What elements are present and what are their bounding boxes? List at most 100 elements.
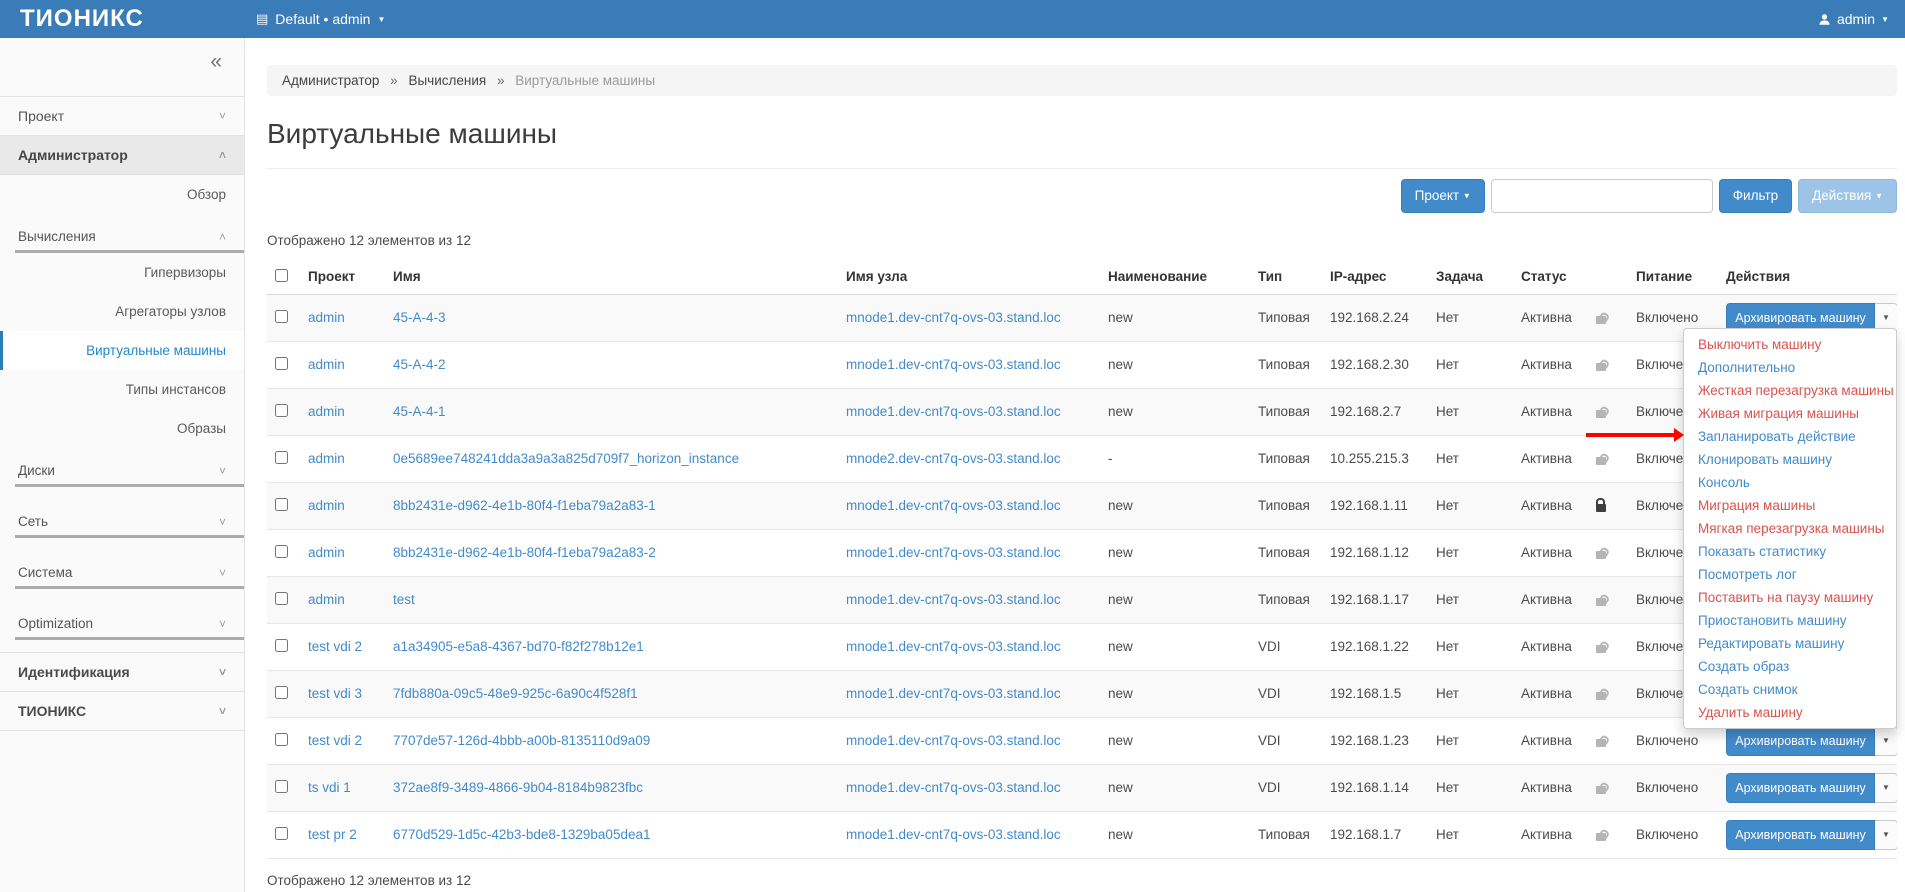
sidebar-section-admin[interactable]: Администратор˄ <box>0 135 244 175</box>
project-link[interactable]: test vdi 2 <box>308 639 362 654</box>
row-select-checkbox[interactable] <box>275 357 288 370</box>
user-menu[interactable]: admin ▼ <box>1818 11 1905 27</box>
host-link[interactable]: mnode1.dev-cnt7q-ovs-03.stand.loc <box>846 545 1061 560</box>
vm-name-link[interactable]: test <box>393 592 415 607</box>
menu-item-advanced[interactable]: Дополнительно <box>1684 356 1896 379</box>
archive-vm-button[interactable]: Архивировать машину <box>1726 773 1875 803</box>
filter-button[interactable]: Фильтр <box>1719 179 1792 213</box>
search-input[interactable] <box>1491 179 1713 213</box>
row-select-checkbox[interactable] <box>275 545 288 558</box>
breadcrumb-admin[interactable]: Администратор <box>282 73 379 88</box>
vm-name-link[interactable]: 0e5689ee748241dda3a9a3a825d709f7_horizon… <box>393 451 739 466</box>
menu-item-suspend[interactable]: Приостановить машину <box>1684 609 1896 632</box>
project-link[interactable]: admin <box>308 545 345 560</box>
sidebar-section-compute[interactable]: Вычисления˄ <box>0 214 244 253</box>
row-select-checkbox[interactable] <box>275 404 288 417</box>
sidebar-item-images[interactable]: Образы <box>0 409 244 448</box>
project-link[interactable]: ts vdi 1 <box>308 780 351 795</box>
sidebar-section-network[interactable]: Сеть˅ <box>0 499 244 538</box>
sidebar-item-hypervisors[interactable]: Гипервизоры <box>0 253 244 292</box>
host-link[interactable]: mnode1.dev-cnt7q-ovs-03.stand.loc <box>846 498 1061 513</box>
menu-item-soft-reboot[interactable]: Мягкая перезагрузка машины <box>1684 517 1896 540</box>
vm-name-link[interactable]: 45-A-4-3 <box>393 310 446 325</box>
host-link[interactable]: mnode1.dev-cnt7q-ovs-03.stand.loc <box>846 780 1061 795</box>
sidebar-section-volumes[interactable]: Диски˅ <box>0 448 244 487</box>
vm-name-link[interactable]: 45-A-4-1 <box>393 404 446 419</box>
project-link[interactable]: admin <box>308 592 345 607</box>
sidebar-collapse-button[interactable]: « <box>0 38 244 82</box>
row-select-checkbox[interactable] <box>275 639 288 652</box>
vm-name-link[interactable]: 6770d529-1d5c-42b3-bde8-1329ba05dea1 <box>393 827 650 842</box>
menu-item-clone[interactable]: Клонировать машину <box>1684 448 1896 471</box>
menu-item-view-log[interactable]: Посмотреть лог <box>1684 563 1896 586</box>
row-select-checkbox[interactable] <box>275 686 288 699</box>
host-link[interactable]: mnode1.dev-cnt7q-ovs-03.stand.loc <box>846 686 1061 701</box>
menu-item-live-migrate[interactable]: Живая миграция машины <box>1684 402 1896 425</box>
row-select-checkbox[interactable] <box>275 310 288 323</box>
vm-name-link[interactable]: 372ae8f9-3489-4866-9b04-8184b9823fbc <box>393 780 643 795</box>
project-link[interactable]: test vdi 2 <box>308 733 362 748</box>
menu-item-statistics[interactable]: Показать статистику <box>1684 540 1896 563</box>
sidebar-section-tionix[interactable]: ТИОНИКС˅ <box>0 691 244 731</box>
domain-project-switcher[interactable]: ▤ Default • admin ▼ <box>245 11 1818 27</box>
menu-item-console[interactable]: Консоль <box>1684 471 1896 494</box>
host-link[interactable]: mnode1.dev-cnt7q-ovs-03.stand.loc <box>846 639 1061 654</box>
menu-item-delete[interactable]: Удалить машину <box>1684 701 1896 724</box>
project-link[interactable]: test vdi 3 <box>308 686 362 701</box>
vm-name-link[interactable]: a1a34905-e5a8-4367-bd70-f82f278b12e1 <box>393 639 644 654</box>
row-select-checkbox[interactable] <box>275 592 288 605</box>
menu-item-power-off[interactable]: Выключить машину <box>1684 333 1896 356</box>
sidebar-section-project[interactable]: Проект˅ <box>0 96 244 135</box>
project-filter-button[interactable]: Проект ▼ <box>1401 179 1485 213</box>
project-link[interactable]: admin <box>308 357 345 372</box>
host-link[interactable]: mnode1.dev-cnt7q-ovs-03.stand.loc <box>846 357 1061 372</box>
row-actions-toggle[interactable]: ▼ <box>1875 820 1897 850</box>
row-actions-toggle[interactable]: ▼ <box>1875 726 1897 756</box>
menu-item-migrate[interactable]: Миграция машины <box>1684 494 1896 517</box>
host-link[interactable]: mnode2.dev-cnt7q-ovs-03.stand.loc <box>846 451 1061 466</box>
host-link[interactable]: mnode1.dev-cnt7q-ovs-03.stand.loc <box>846 733 1061 748</box>
cell-type: Типовая <box>1250 388 1322 435</box>
host-link[interactable]: mnode1.dev-cnt7q-ovs-03.stand.loc <box>846 310 1061 325</box>
cell-status: Активна <box>1513 764 1588 811</box>
menu-item-hard-reboot[interactable]: Жесткая перезагрузка машины <box>1684 379 1896 402</box>
row-select-checkbox[interactable] <box>275 733 288 746</box>
host-link[interactable]: mnode1.dev-cnt7q-ovs-03.stand.loc <box>846 592 1061 607</box>
vm-name-link[interactable]: 7fdb880a-09c5-48e9-925c-6a90c4f528f1 <box>393 686 638 701</box>
host-link[interactable]: mnode1.dev-cnt7q-ovs-03.stand.loc <box>846 827 1061 842</box>
sidebar-section-system[interactable]: Система˅ <box>0 550 244 589</box>
sidebar-item-flavors[interactable]: Типы инстансов <box>0 370 244 409</box>
menu-item-pause[interactable]: Поставить на паузу машину <box>1684 586 1896 609</box>
project-link[interactable]: test pr 2 <box>308 827 357 842</box>
select-all-checkbox[interactable] <box>275 269 288 282</box>
vm-name-link[interactable]: 7707de57-126d-4bbb-a00b-8135110d9a09 <box>393 733 650 748</box>
menu-item-edit[interactable]: Редактировать машину <box>1684 632 1896 655</box>
actions-button[interactable]: Действия ▼ <box>1798 179 1897 213</box>
breadcrumb-compute[interactable]: Вычисления <box>408 73 486 88</box>
menu-item-schedule-action[interactable]: Запланировать действие <box>1684 425 1896 448</box>
archive-vm-button[interactable]: Архивировать машину <box>1726 820 1875 850</box>
archive-vm-button[interactable]: Архивировать машину <box>1726 726 1875 756</box>
sidebar-section-identity[interactable]: Идентификация˅ <box>0 652 244 691</box>
row-select-checkbox[interactable] <box>275 451 288 464</box>
sidebar-item-virtual-machines[interactable]: Виртуальные машины <box>0 331 244 370</box>
row-select-checkbox[interactable] <box>275 827 288 840</box>
host-link[interactable]: mnode1.dev-cnt7q-ovs-03.stand.loc <box>846 404 1061 419</box>
project-link[interactable]: admin <box>308 498 345 513</box>
project-link[interactable]: admin <box>308 451 345 466</box>
project-link[interactable]: admin <box>308 310 345 325</box>
row-actions-toggle[interactable]: ▼ <box>1875 773 1897 803</box>
vm-name-link[interactable]: 8bb2431e-d962-4e1b-80f4-f1eba79a2a83-1 <box>393 498 656 513</box>
sidebar-item-overview[interactable]: Обзор <box>0 175 244 214</box>
row-select-checkbox[interactable] <box>275 498 288 511</box>
menu-item-create-image[interactable]: Создать образ <box>1684 655 1896 678</box>
menu-item-create-snapshot[interactable]: Создать снимок <box>1684 678 1896 701</box>
row-select-checkbox[interactable] <box>275 780 288 793</box>
cell-naming: - <box>1100 435 1250 482</box>
lock-icon <box>1596 457 1606 465</box>
project-link[interactable]: admin <box>308 404 345 419</box>
vm-name-link[interactable]: 8bb2431e-d962-4e1b-80f4-f1eba79a2a83-2 <box>393 545 656 560</box>
vm-name-link[interactable]: 45-A-4-2 <box>393 357 446 372</box>
sidebar-section-optimization[interactable]: Optimization˅ <box>0 601 244 640</box>
sidebar-item-host-aggregates[interactable]: Агрегаторы узлов <box>0 292 244 331</box>
